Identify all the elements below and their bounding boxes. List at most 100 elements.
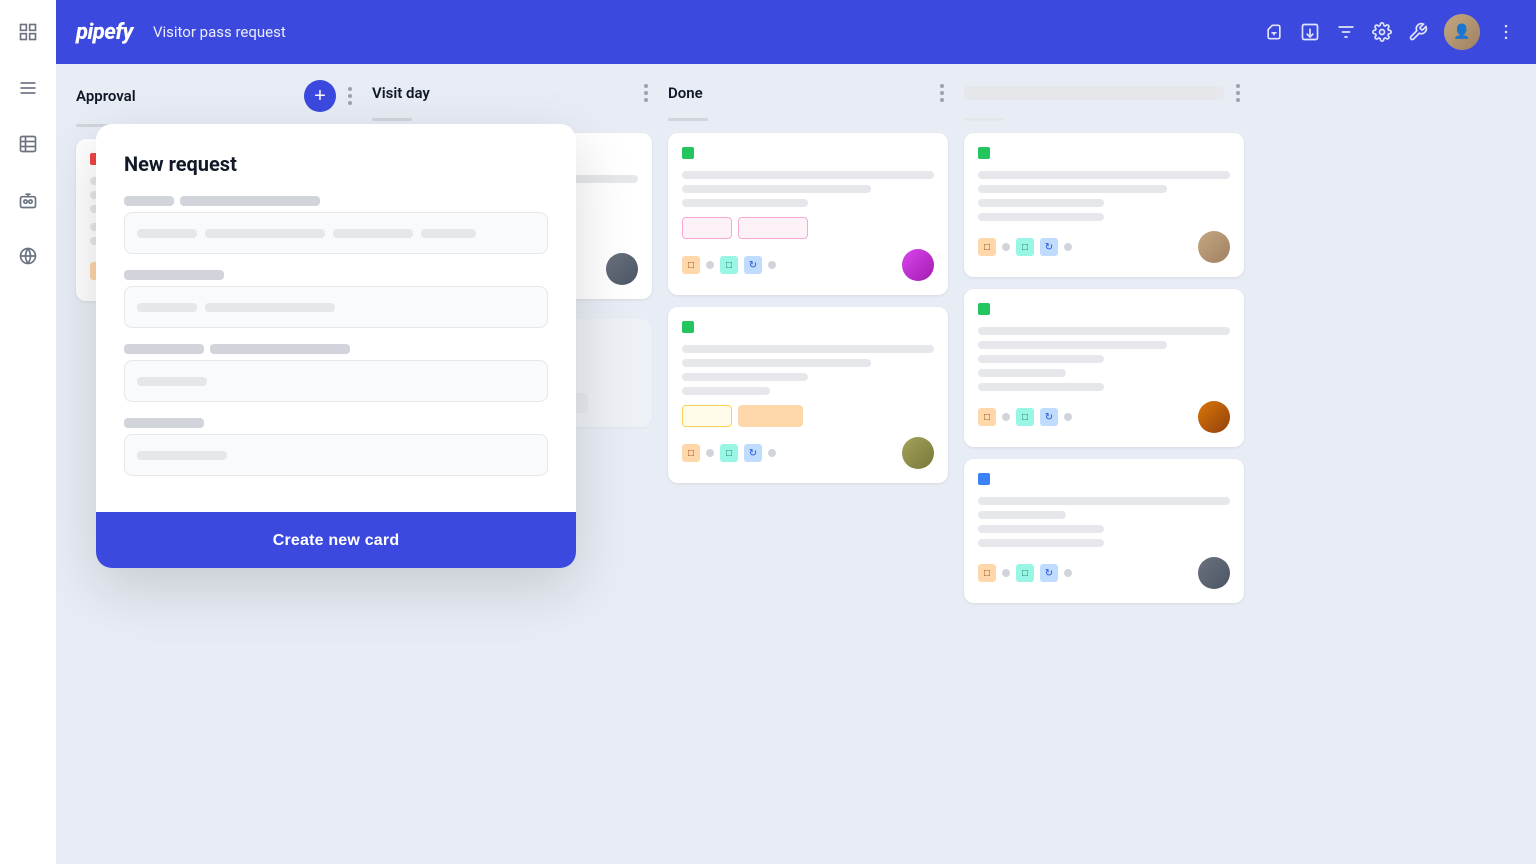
- column-visit-day-title: Visit day: [372, 84, 632, 102]
- column-visit-day-header: Visit day: [372, 80, 652, 106]
- card-avatar: [606, 253, 638, 285]
- card-footer: □ □ ↻: [978, 401, 1230, 433]
- column-done-title: Done: [668, 84, 928, 102]
- card-action-icon[interactable]: □: [1016, 238, 1034, 256]
- form-field-3: [124, 344, 548, 402]
- card-action-icon[interactable]: □: [720, 256, 738, 274]
- logo-text: pipefy: [76, 20, 133, 45]
- card-indicator: [682, 147, 694, 159]
- card-badges: [682, 217, 934, 239]
- input-bar: [421, 229, 476, 238]
- card-action-icon[interactable]: □: [682, 444, 700, 462]
- grid-icon[interactable]: [12, 16, 44, 48]
- card-action-icon[interactable]: □: [978, 564, 996, 582]
- card-footer: □ □ ↻: [978, 231, 1230, 263]
- form-input-2[interactable]: [124, 286, 548, 328]
- card-badges: [682, 405, 934, 427]
- card-action-icon[interactable]: ↻: [744, 444, 762, 462]
- form-label-2: [124, 270, 548, 280]
- form-title: New request: [124, 152, 548, 176]
- card-action-icon[interactable]: ↻: [1040, 238, 1058, 256]
- globe-icon[interactable]: [12, 240, 44, 272]
- form-input-3[interactable]: [124, 360, 548, 402]
- card-icons-row: □ □ ↻: [682, 444, 776, 462]
- app-logo: pipefy: [76, 20, 133, 45]
- card-dot: [1064, 243, 1072, 251]
- card-dot: [1002, 569, 1010, 577]
- form-label-3: [124, 344, 548, 354]
- column-menu-button[interactable]: [1232, 80, 1244, 106]
- card-action-icon[interactable]: □: [1016, 564, 1034, 582]
- column-done: Done □ □: [668, 80, 948, 848]
- column-menu-button[interactable]: [936, 80, 948, 106]
- card-dot: [706, 261, 714, 269]
- card-line: [682, 185, 871, 193]
- user-avatar[interactable]: 👤: [1444, 14, 1480, 50]
- card-action-icon[interactable]: □: [978, 238, 996, 256]
- card: □ □ ↻: [668, 133, 948, 295]
- column-menu-button[interactable]: [344, 83, 356, 109]
- column-underline: [372, 118, 412, 121]
- card-indicator: [682, 321, 694, 333]
- card-line: [978, 185, 1167, 193]
- form-label-1: [124, 196, 548, 206]
- card-action-icon[interactable]: ↻: [1040, 408, 1058, 426]
- column-4-title: [964, 86, 1224, 100]
- column-underline: [668, 118, 708, 121]
- column-underline: [964, 118, 1004, 121]
- bot-icon[interactable]: [12, 184, 44, 216]
- main-area: pipefy Visitor pass request: [56, 0, 1536, 864]
- form-input-1[interactable]: [124, 212, 548, 254]
- column-done-header: Done: [668, 80, 948, 106]
- settings-icon[interactable]: [1372, 22, 1392, 42]
- card-icons-row: □ □ ↻: [978, 238, 1072, 256]
- card-action-icon[interactable]: □: [1016, 408, 1034, 426]
- card-line: [682, 387, 770, 395]
- wrench-icon[interactable]: [1408, 22, 1428, 42]
- import-icon[interactable]: [1300, 22, 1320, 42]
- form-input-4[interactable]: [124, 434, 548, 476]
- column-menu-button[interactable]: [640, 80, 652, 106]
- pipe-title: Visitor pass request: [153, 23, 286, 41]
- share-icon[interactable]: [1264, 22, 1284, 42]
- input-bar: [137, 451, 227, 460]
- card-action-icon[interactable]: ↻: [744, 256, 762, 274]
- card-indicator: [978, 473, 990, 485]
- card-footer: □ □ ↻: [978, 557, 1230, 589]
- card-badge: [682, 405, 732, 427]
- card-avatar: [902, 437, 934, 469]
- board: Approval + □ □: [56, 64, 1536, 864]
- create-new-card-button[interactable]: Create new card: [124, 532, 548, 550]
- label-bar: [124, 270, 224, 280]
- card-line: [978, 213, 1104, 221]
- card-line: [978, 497, 1230, 505]
- more-options-icon[interactable]: [1496, 22, 1516, 42]
- input-bar: [333, 229, 413, 238]
- form-field-2: [124, 270, 548, 328]
- column-add-button[interactable]: +: [304, 80, 336, 112]
- card-dot: [1002, 243, 1010, 251]
- card-badge: [738, 405, 803, 427]
- label-bar: [180, 196, 320, 206]
- filter-icon[interactable]: [1336, 22, 1356, 42]
- card-line: [978, 355, 1104, 363]
- card-avatar: [1198, 557, 1230, 589]
- card-action-icon[interactable]: ↻: [1040, 564, 1058, 582]
- card-icons-row: □ □ ↻: [978, 408, 1072, 426]
- input-bar: [205, 303, 335, 312]
- card-action-icon[interactable]: □: [682, 256, 700, 274]
- card-line: [682, 359, 871, 367]
- card-line: [682, 199, 808, 207]
- card: □ □ ↻: [964, 133, 1244, 277]
- card-action-icon[interactable]: □: [720, 444, 738, 462]
- card-badge: [738, 217, 808, 239]
- card-avatar: [1198, 401, 1230, 433]
- card-action-icon[interactable]: □: [978, 408, 996, 426]
- card-icons-row: □ □ ↻: [682, 256, 776, 274]
- card-dot: [706, 449, 714, 457]
- table-icon[interactable]: [12, 128, 44, 160]
- input-bar: [137, 229, 197, 238]
- list-icon[interactable]: [12, 72, 44, 104]
- column-approval-title: Approval: [76, 87, 296, 105]
- card-indicator: [978, 147, 990, 159]
